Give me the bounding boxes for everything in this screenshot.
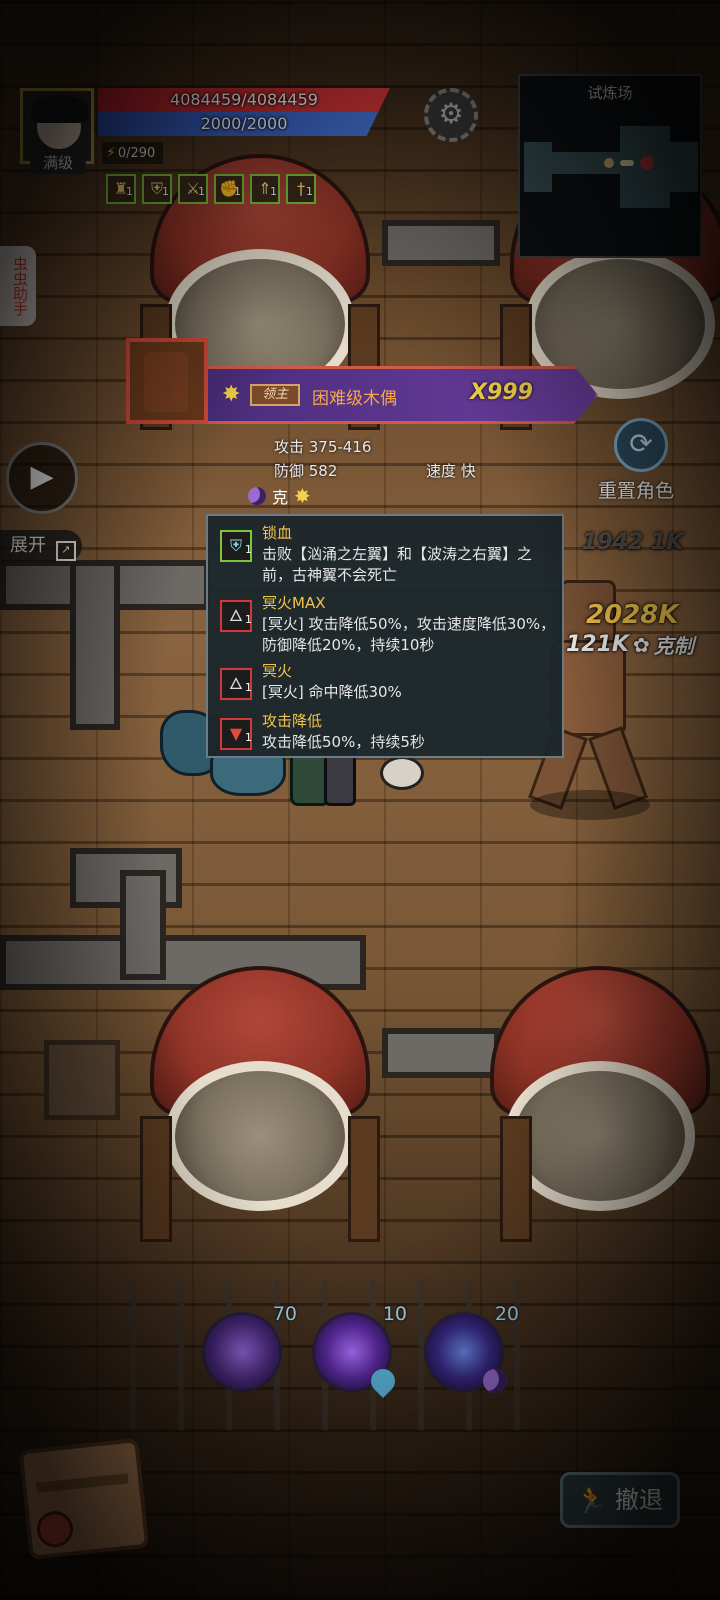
skill-cost: 70 bbox=[272, 1303, 297, 1325]
lightning-icon: ⚡ bbox=[106, 145, 116, 161]
dungeon-wall bbox=[382, 220, 500, 266]
minimap-room bbox=[670, 142, 698, 192]
helper-tab[interactable]: 虫虫助手 bbox=[0, 246, 36, 326]
minimap-boss-icon bbox=[640, 156, 654, 170]
damage-number: 121K bbox=[566, 632, 629, 657]
boss-name: 困难级木偶 bbox=[312, 389, 397, 409]
minimap-light-icon bbox=[620, 160, 634, 166]
minimap-room bbox=[524, 142, 552, 192]
war-drum bbox=[140, 966, 380, 1242]
skill-cost: 10 bbox=[382, 1303, 407, 1325]
running-figure-icon: 🏃 bbox=[575, 1486, 608, 1516]
wolf-flame-icon: 🜂 1 bbox=[220, 600, 252, 632]
expand-label: 展开 bbox=[10, 535, 46, 556]
minimap[interactable]: 试炼场 bbox=[518, 74, 702, 258]
effect-desc: [冥火] 攻击降低50%，攻击速度降低30%，防御降低20%，持续10秒 bbox=[262, 615, 556, 654]
backpack-chest-icon[interactable] bbox=[18, 1438, 150, 1560]
boss-attack: 攻击 375-416 bbox=[274, 438, 372, 456]
boss-leader-tag: 领主 bbox=[250, 384, 301, 406]
war-drum bbox=[480, 966, 720, 1242]
skill-button-2[interactable]: 10 bbox=[312, 1303, 407, 1398]
boss-portrait[interactable] bbox=[126, 338, 208, 424]
boss-multiplier: X999 bbox=[470, 380, 533, 405]
energy-value: 0/290 bbox=[117, 146, 156, 161]
shield-badge-icon[interactable]: ⛨ 1 bbox=[142, 174, 172, 204]
retreat-label: 撤退 bbox=[615, 1486, 663, 1514]
idol-icon[interactable]: ♜ 1 bbox=[106, 174, 136, 204]
fist-icon[interactable]: ✊ 1 bbox=[214, 174, 244, 204]
wooden-crate bbox=[44, 1040, 120, 1120]
dark-moon-icon bbox=[483, 1369, 507, 1393]
paw-icon: ✿ bbox=[632, 632, 650, 657]
minimap-room bbox=[552, 152, 592, 174]
minimap-title: 试炼场 bbox=[587, 84, 633, 102]
damage-number-faded: 1942 1K bbox=[582, 530, 684, 555]
effect-name: 锁血 bbox=[262, 524, 293, 542]
effect-desc: [冥火] 命中降低30% bbox=[262, 683, 402, 701]
party-pet-beast bbox=[380, 756, 424, 790]
player-hp-bar: 4084459/4084459 bbox=[98, 88, 390, 112]
auto-play-button[interactable]: ▶ bbox=[6, 442, 78, 514]
effect-desc: 击败【汹涌之左翼】和【波涛之右翼】之前，古神翼不会死亡 bbox=[262, 545, 533, 584]
damage-number-crit: 2028K bbox=[586, 600, 679, 630]
wolf-flame-icon: 🜂 1 bbox=[220, 668, 252, 700]
counter-label: 克 bbox=[272, 488, 289, 507]
crossed-swords-icon[interactable]: ⚔ 1 bbox=[178, 174, 208, 204]
sword-icon[interactable]: † 1 bbox=[286, 174, 316, 204]
retreat-button[interactable]: 🏃 撤退 bbox=[560, 1472, 680, 1528]
boss-counter-row: 克 ✸ bbox=[248, 484, 311, 508]
attack-down-icon: ▼ 1 bbox=[220, 718, 252, 750]
effect-desc: 攻击降低50%，持续5秒 bbox=[262, 733, 425, 751]
sun-element-icon: ✸ bbox=[222, 382, 241, 407]
damage-row: 121K ✿ 克制 bbox=[566, 630, 694, 659]
player-mp-bar: 2000/2000 bbox=[98, 112, 379, 136]
shield-lock-icon: ⛨ 1 bbox=[220, 530, 252, 562]
dungeon-wall bbox=[70, 560, 120, 730]
reset-character-button[interactable]: ⟳ bbox=[614, 418, 668, 472]
effect-name: 攻击降低 bbox=[262, 712, 323, 730]
reset-character-label[interactable]: 重置角色 bbox=[598, 476, 674, 503]
expand-button[interactable]: 展开 ↗ bbox=[0, 530, 82, 562]
boss-speed: 速度 快 bbox=[426, 462, 476, 480]
skill-button-1[interactable]: 70 bbox=[202, 1303, 297, 1392]
expand-icon: ↗ bbox=[55, 541, 76, 561]
minimap-player-icon bbox=[604, 158, 614, 168]
boss-defense: 防御 582 bbox=[274, 462, 338, 480]
skill-cost: 20 bbox=[494, 1303, 519, 1325]
effect-name: 冥火MAX bbox=[262, 594, 326, 612]
sun-element-icon: ✸ bbox=[294, 484, 311, 508]
boss-effects-tooltip: ⛨ 1 锁血 击败【汹涌之左翼】和【波涛之右翼】之前，古神翼不会死亡 🜂 1 冥火M… bbox=[206, 514, 564, 758]
dungeon-wall bbox=[120, 870, 166, 980]
player-buff-list: ♜ 1 ⛨ 1 ⚔ 1 ✊ 1 ⇑ 1 † 1 bbox=[106, 174, 316, 204]
skill-button-3[interactable]: 20 bbox=[424, 1303, 519, 1393]
counter-text: 克制 bbox=[653, 634, 694, 658]
settings-gear-icon[interactable]: ⚙ bbox=[424, 88, 478, 142]
player-energy: ⚡ 0/290 bbox=[102, 142, 164, 164]
moon-element-icon bbox=[248, 487, 266, 505]
player-level-badge: 满级 bbox=[30, 152, 86, 174]
effect-name: 冥火 bbox=[262, 662, 293, 680]
rank-up-icon[interactable]: ⇑ 1 bbox=[250, 174, 280, 204]
